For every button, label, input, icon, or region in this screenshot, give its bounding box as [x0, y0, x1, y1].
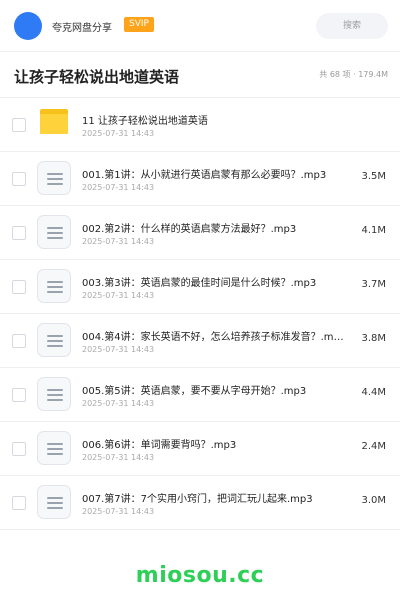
item-date: 2025-07-31 14:43: [82, 237, 155, 246]
checkbox[interactable]: [12, 334, 26, 348]
item-size: 2.4M: [361, 441, 386, 452]
item-date: 2025-07-31 14:43: [82, 453, 155, 462]
item-date: 2025-07-31 14:43: [82, 399, 155, 408]
item-size: 4.4M: [361, 387, 386, 398]
checkbox[interactable]: [12, 388, 26, 402]
title-bar: 让孩子轻松说出地道英语 共 68 项 · 179.4M: [0, 52, 400, 98]
folder-icon: [40, 109, 68, 134]
checkbox[interactable]: [12, 496, 26, 510]
list-item[interactable]: 002.第2讲：什么样的英语启蒙方法最好？.mp3 2025-07-31 14:…: [0, 206, 400, 260]
item-size: 4.1M: [361, 225, 386, 236]
list-item[interactable]: 004.第4讲：家长英语不好，怎么培养孩子标准发音？.mp3 2025-07-3…: [0, 314, 400, 368]
audio-file-icon: [37, 377, 71, 411]
search-input[interactable]: 搜索: [316, 13, 388, 39]
item-date: 2025-07-31 14:43: [82, 507, 155, 516]
file-list: 11 让孩子轻松说出地道英语 2025-07-31 14:43 001.第1讲：…: [0, 98, 400, 530]
item-date: 2025-07-31 14:43: [82, 291, 155, 300]
item-name: 002.第2讲：什么样的英语启蒙方法最好？.mp3: [82, 224, 297, 235]
item-name: 004.第4讲：家长英语不好，怎么培养孩子标准发音？.mp3: [82, 332, 344, 343]
list-item[interactable]: 007.第7讲：7个实用小窍门，把词汇玩儿起来.mp3 2025-07-31 1…: [0, 476, 400, 530]
item-size: 3.5M: [361, 171, 386, 182]
list-item[interactable]: 003.第3讲：英语启蒙的最佳时间是什么时候？.mp3 2025-07-31 1…: [0, 260, 400, 314]
file-summary: 共 68 项 · 179.4M: [319, 70, 388, 79]
list-item[interactable]: 006.第6讲：单词需要背吗？.mp3 2025-07-31 14:43 2.4…: [0, 422, 400, 476]
audio-file-icon: [37, 161, 71, 195]
checkbox[interactable]: [12, 118, 26, 132]
audio-file-icon: [37, 431, 71, 465]
checkbox[interactable]: [12, 442, 26, 456]
avatar[interactable]: [14, 12, 42, 40]
item-name: 003.第3讲：英语启蒙的最佳时间是什么时候？.mp3: [82, 278, 317, 289]
audio-file-icon: [37, 323, 71, 357]
item-name: 007.第7讲：7个实用小窍门，把词汇玩儿起来.mp3: [82, 494, 313, 505]
list-item-folder[interactable]: 11 让孩子轻松说出地道英语 2025-07-31 14:43: [0, 98, 400, 152]
item-name: 006.第6讲：单词需要背吗？.mp3: [82, 440, 237, 451]
header-bar: 夸克网盘分享 SVIP 搜索: [0, 0, 400, 52]
site-watermark: miosou.cc: [135, 563, 265, 588]
checkbox[interactable]: [12, 280, 26, 294]
list-item[interactable]: 005.第5讲：英语启蒙，要不要从字母开始？.mp3 2025-07-31 14…: [0, 368, 400, 422]
audio-file-icon: [37, 269, 71, 303]
audio-file-icon: [37, 215, 71, 249]
item-size: 3.8M: [361, 333, 386, 344]
checkbox[interactable]: [12, 172, 26, 186]
audio-file-icon: [37, 485, 71, 519]
item-date: 2025-07-31 14:43: [82, 345, 155, 354]
list-item[interactable]: 001.第1讲：从小就进行英语启蒙有那么必要吗？.mp3 2025-07-31 …: [0, 152, 400, 206]
item-size: 3.7M: [361, 279, 386, 290]
user-name: 夸克网盘分享: [52, 23, 112, 34]
item-date: 2025-07-31 14:43: [82, 183, 155, 192]
item-name: 001.第1讲：从小就进行英语启蒙有那么必要吗？.mp3: [82, 170, 327, 181]
page-title: 让孩子轻松说出地道英语: [14, 68, 180, 86]
checkbox[interactable]: [12, 226, 26, 240]
item-name: 11 让孩子轻松说出地道英语: [82, 116, 208, 127]
item-date: 2025-07-31 14:43: [82, 129, 155, 138]
svip-badge: SVIP: [124, 17, 154, 32]
item-name: 005.第5讲：英语启蒙，要不要从字母开始？.mp3: [82, 386, 307, 397]
item-size: 3.0M: [361, 495, 386, 506]
